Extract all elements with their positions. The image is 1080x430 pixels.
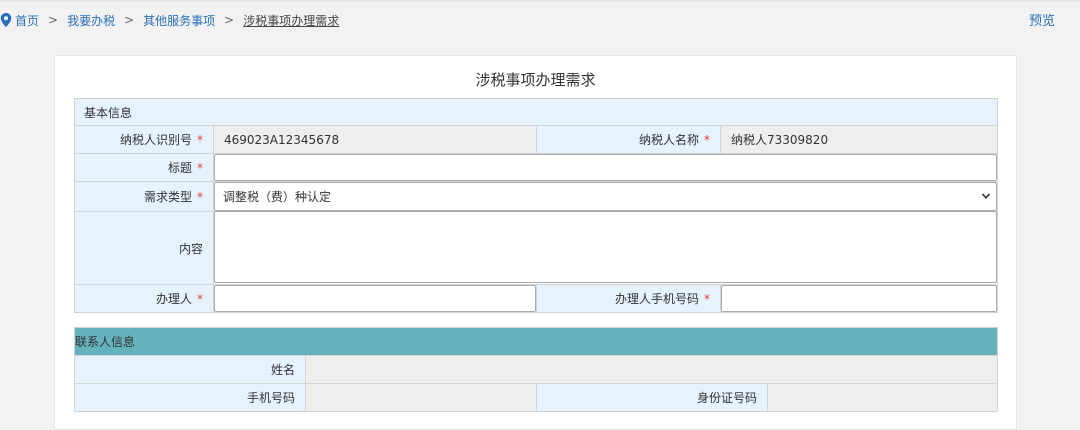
- contact-info-section-title: 联系人信息: [73, 327, 999, 356]
- demand-type-label: 需求类型: [143, 190, 192, 204]
- handler-input-cell: [213, 284, 537, 313]
- required-mark: *: [197, 292, 203, 306]
- subject-row: 标题 *: [74, 153, 999, 182]
- preview-link[interactable]: 预览: [1029, 10, 1055, 29]
- contact-id-card-value: [766, 383, 999, 412]
- breadcrumb-separator: >: [224, 13, 235, 27]
- breadcrumb-tax-service[interactable]: 我要办税: [67, 12, 115, 29]
- basic-info-header-row: 基本信息: [73, 98, 999, 126]
- contact-name-label: 姓名: [74, 355, 306, 384]
- taxpayer-row: 纳税人识别号 * 469023A12345678 纳税人名称 * 纳税人733098…: [74, 125, 999, 154]
- taxpayer-name-label: 纳税人名称: [638, 133, 699, 147]
- breadcrumb-separator: >: [48, 13, 59, 27]
- breadcrumb: 首页 > 我要办税 > 其他服务事项 > 涉税事项办理需求: [0, 11, 339, 29]
- contact-phone-row: 手机号码 身份证号码: [74, 383, 999, 412]
- demand-type-select-cell: 调整税（费）种认定: [212, 181, 999, 212]
- form-card: 涉税事项办理需求 基本信息 纳税人识别号 * 469023A12345678 纳税…: [54, 55, 1017, 430]
- subject-label: 标题: [167, 161, 192, 175]
- contact-info-table: 联系人信息 姓名 手机号码 身份证号码: [73, 327, 999, 412]
- contact-phone-value: [305, 383, 537, 412]
- taxpayer-name-value: 纳税人73309820: [719, 125, 999, 154]
- top-divider: [0, 0, 1080, 2]
- demand-type-select-wrapper: 调整税（费）种认定: [214, 182, 998, 211]
- breadcrumb-other-services[interactable]: 其他服务事项: [143, 12, 215, 29]
- basic-info-table: 基本信息 纳税人识别号 * 469023A12345678 纳税人名称 * 纳税人7…: [73, 98, 999, 313]
- content-row: 内容: [74, 210, 999, 285]
- contact-name-row: 姓名: [74, 355, 999, 384]
- location-pin-icon: [0, 13, 12, 27]
- handler-label-cell: 办理人 *: [74, 284, 214, 313]
- handler-phone-label: 办理人手机号码: [614, 292, 699, 306]
- handler-row: 办理人 * 办理人手机号码 *: [74, 284, 999, 313]
- required-mark: *: [197, 133, 203, 147]
- breadcrumb-separator: >: [124, 13, 135, 27]
- basic-info-section-title: 基本信息: [73, 98, 999, 126]
- required-mark: *: [197, 190, 203, 204]
- demand-type-row: 需求类型 * 调整税（费）种认定: [74, 181, 999, 212]
- demand-type-label-cell: 需求类型 *: [74, 181, 214, 212]
- handler-phone-input-cell: [719, 284, 999, 313]
- handler-label: 办理人: [155, 292, 192, 306]
- subject-input-cell: [212, 153, 999, 182]
- subject-input[interactable]: [214, 154, 998, 181]
- handler-phone-input[interactable]: [721, 285, 998, 312]
- required-mark: *: [704, 292, 710, 306]
- content-textarea-cell: [212, 210, 999, 285]
- demand-type-select[interactable]: 调整税（费）种认定: [214, 182, 998, 211]
- taxpayer-id-label-cell: 纳税人识别号 *: [74, 125, 214, 154]
- content-textarea[interactable]: [214, 210, 998, 283]
- handler-phone-label-cell: 办理人手机号码 *: [536, 284, 721, 313]
- content-label-cell: 内容: [74, 211, 214, 285]
- contact-name-value: [304, 355, 999, 384]
- required-mark: *: [197, 161, 203, 175]
- contact-info-header-row: 联系人信息: [73, 327, 999, 356]
- taxpayer-id-label: 纳税人识别号: [119, 133, 192, 147]
- contact-phone-label: 手机号码: [74, 383, 306, 412]
- breadcrumb-current[interactable]: 涉税事项办理需求: [243, 12, 339, 29]
- subject-label-cell: 标题 *: [74, 153, 214, 182]
- required-mark: *: [704, 133, 710, 147]
- page-title: 涉税事项办理需求: [475, 71, 596, 89]
- taxpayer-name-label-cell: 纳税人名称 *: [536, 125, 721, 154]
- breadcrumb-home[interactable]: 首页: [15, 12, 39, 29]
- handler-input[interactable]: [214, 285, 536, 312]
- contact-id-card-label: 身份证号码: [536, 383, 768, 412]
- taxpayer-id-value: 469023A12345678: [213, 125, 537, 154]
- content-label: 内容: [178, 241, 203, 256]
